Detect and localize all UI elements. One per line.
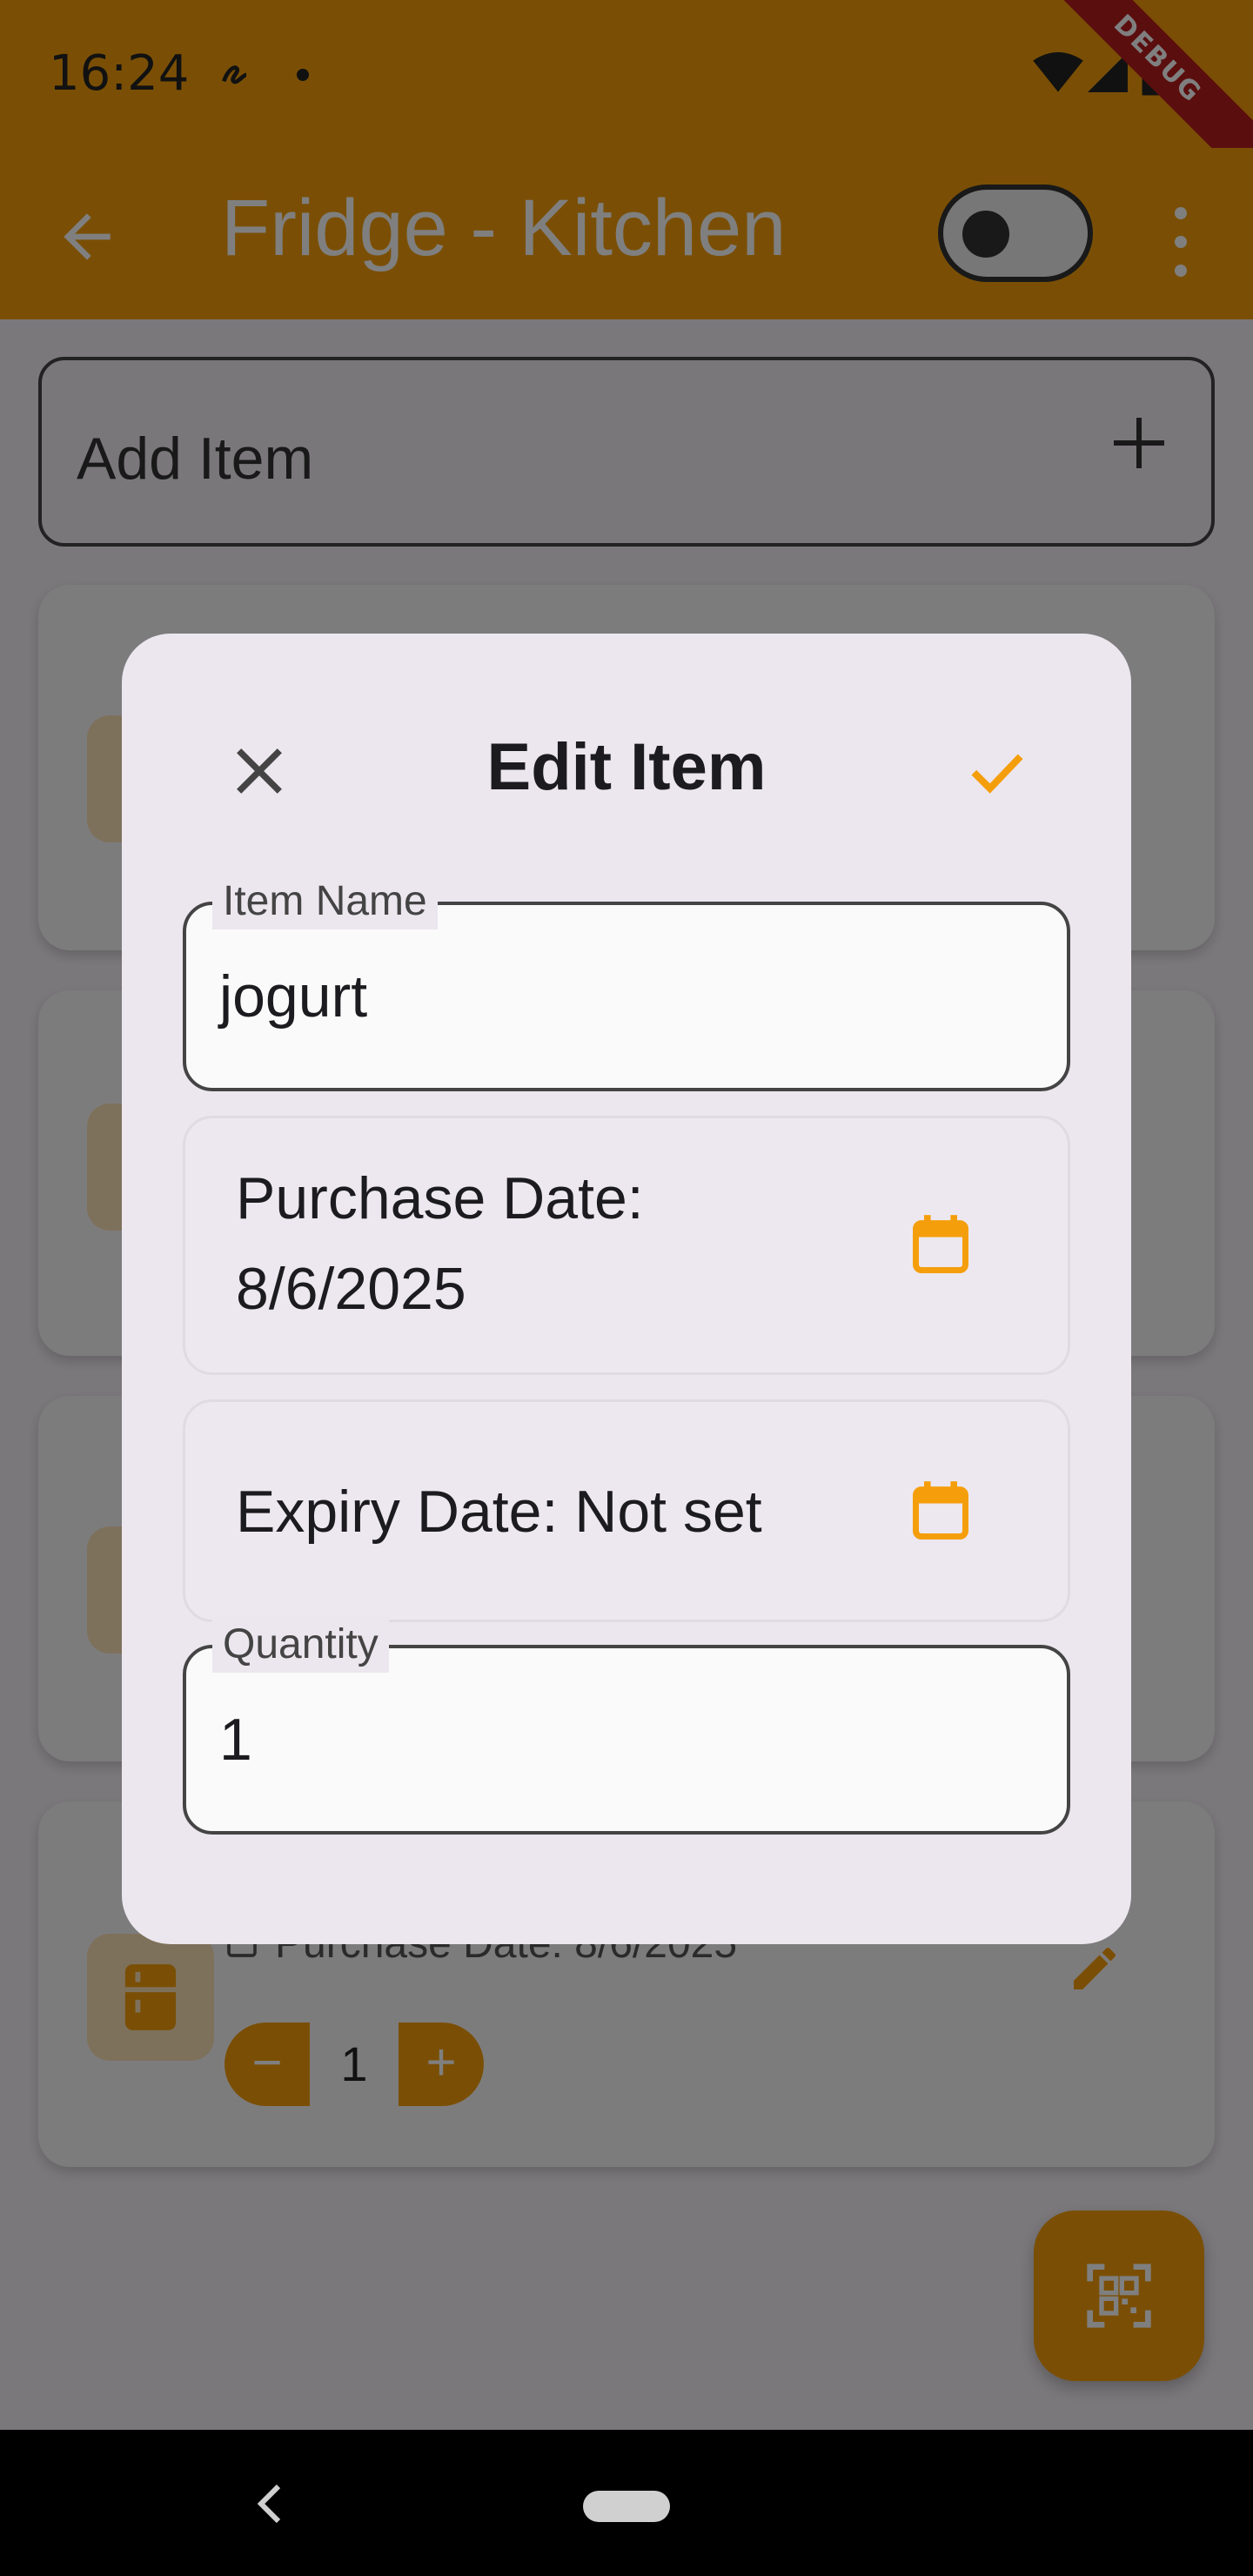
nav-home-pill[interactable]	[583, 2491, 670, 2522]
expiry-date-text: Expiry Date: Not set	[236, 1479, 762, 1545]
quantity-field[interactable]: Quantity 1	[183, 1617, 1070, 1835]
quantity-label: Quantity	[212, 1617, 389, 1673]
item-name-field[interactable]: Item Name jogurt	[183, 874, 1070, 1091]
nav-back-icon[interactable]	[252, 2482, 287, 2526]
edit-item-dialog: Edit Item Item Name jogurt Purchase Date…	[122, 634, 1131, 1944]
system-nav-bar	[0, 2430, 1253, 2576]
purchase-date-label: Purchase Date:	[236, 1165, 644, 1231]
item-name-value: jogurt	[219, 963, 368, 1030]
item-name-label: Item Name	[212, 874, 438, 929]
purchase-date-tile[interactable]: Purchase Date: 8/6/2025	[183, 1116, 1070, 1375]
expiry-date-tile[interactable]: Expiry Date: Not set	[183, 1399, 1070, 1622]
calendar-icon[interactable]	[908, 1211, 974, 1280]
check-icon[interactable]	[962, 736, 1032, 806]
quantity-input-value: 1	[219, 1707, 252, 1773]
purchase-date-value: 8/6/2025	[236, 1256, 466, 1322]
calendar-icon[interactable]	[908, 1477, 974, 1546]
